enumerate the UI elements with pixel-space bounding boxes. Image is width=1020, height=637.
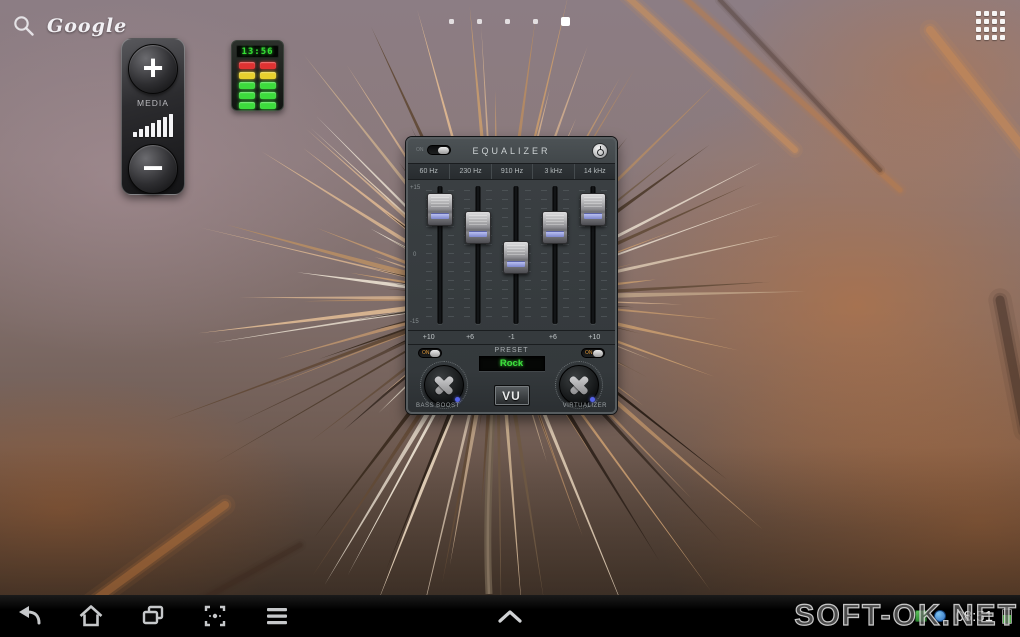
chevron-up-icon xyxy=(495,608,525,624)
equalizer-power-label: ON xyxy=(416,147,424,153)
band-value-910hz: -1 xyxy=(491,331,532,344)
eq-slider-handle[interactable] xyxy=(542,211,568,244)
navigation-bar: 08:51 SOFT-OK.NET xyxy=(0,595,1020,637)
search-icon xyxy=(12,14,36,38)
battery-icon xyxy=(1002,609,1012,624)
clock: 08:51 xyxy=(955,608,993,625)
equalizer-sliders: +15 0 -15 xyxy=(408,180,615,330)
media-volume-widget: + MEDIA − xyxy=(121,38,185,195)
band-value-3khz: +6 xyxy=(532,331,573,344)
equalizer-power-switch[interactable] xyxy=(427,145,451,155)
notification-icon-green xyxy=(915,610,927,622)
led-green xyxy=(260,82,276,89)
plus-icon: + xyxy=(142,50,163,86)
equalizer-values: +10 +6 -1 +6 +10 xyxy=(408,330,615,344)
screen-capture-icon xyxy=(201,602,229,630)
eq-slider-14khz xyxy=(574,180,612,330)
equalizer-title: EQUALIZER xyxy=(472,146,550,156)
eq-slider-handle[interactable] xyxy=(427,193,453,226)
led-red xyxy=(260,62,276,69)
eq-slider-3khz xyxy=(536,180,574,330)
eq-slider-handle[interactable] xyxy=(503,241,529,274)
volume-level-bars xyxy=(133,113,173,137)
recent-apps-icon xyxy=(139,602,167,630)
band-label-60hz: 60 Hz xyxy=(408,164,449,179)
page-dot[interactable] xyxy=(449,19,454,24)
band-label-230hz: 230 Hz xyxy=(449,164,490,179)
screen-capture-button[interactable] xyxy=(200,601,230,631)
home-icon xyxy=(77,602,105,630)
home-button[interactable] xyxy=(76,601,106,631)
band-value-14khz: +10 xyxy=(574,331,615,344)
led-green xyxy=(239,82,255,89)
led-green xyxy=(239,102,255,109)
preset-label: PRESET xyxy=(494,347,528,354)
back-button[interactable] xyxy=(14,601,44,631)
recent-apps-button[interactable] xyxy=(138,601,168,631)
page-dot[interactable] xyxy=(477,19,482,24)
eq-slider-handle[interactable] xyxy=(580,193,606,226)
band-value-60hz: +10 xyxy=(408,331,449,344)
vu-button[interactable]: VU xyxy=(494,385,530,406)
switch-knob xyxy=(430,350,441,357)
page-dot[interactable] xyxy=(505,19,510,24)
virtualizer-label: VIRTUALIZER xyxy=(563,403,607,409)
virtualizer-switch[interactable]: ON xyxy=(581,348,605,358)
page-indicator xyxy=(449,14,570,28)
bass-boost-switch[interactable]: ON xyxy=(418,348,442,358)
led-yellow xyxy=(239,72,255,79)
google-search-widget[interactable]: Google xyxy=(12,14,127,38)
notification-icon-blue xyxy=(934,610,946,622)
equalizer-widget: ON EQUALIZER 60 Hz 230 Hz 910 Hz 3 kHz 1… xyxy=(406,137,617,414)
status-tray[interactable]: 08:51 xyxy=(915,595,1016,637)
band-label-14khz: 14 kHz xyxy=(574,164,615,179)
menu-button[interactable] xyxy=(262,601,292,631)
led-yellow xyxy=(260,72,276,79)
apps-grid-button[interactable] xyxy=(976,11,1005,40)
bass-boost-knob[interactable] xyxy=(420,361,468,409)
virtualizer-knob[interactable] xyxy=(555,361,603,409)
equalizer-header: ON EQUALIZER xyxy=(408,139,615,163)
minus-icon: − xyxy=(142,150,163,186)
equalizer-band-labels: 60 Hz 230 Hz 910 Hz 3 kHz 14 kHz xyxy=(408,163,615,180)
led-green xyxy=(239,92,255,99)
page-dot[interactable] xyxy=(561,17,570,26)
volume-down-button[interactable]: − xyxy=(128,144,178,194)
band-value-230hz: +6 xyxy=(449,331,490,344)
audio-meter-widget[interactable]: 13:56 xyxy=(231,40,284,111)
switch-knob xyxy=(593,350,604,357)
menu-icon xyxy=(263,602,291,630)
back-icon xyxy=(15,602,43,630)
bass-boost-label: BASS BOOST xyxy=(416,403,460,409)
mini-apps-tray-button[interactable] xyxy=(495,595,525,637)
eq-slider-60hz xyxy=(421,180,459,330)
preset-display[interactable]: Rock xyxy=(479,356,545,371)
page-dot[interactable] xyxy=(533,19,538,24)
switch-knob xyxy=(438,147,449,154)
led-display: 13:56 xyxy=(236,45,279,58)
eq-slider-handle[interactable] xyxy=(465,211,491,244)
volume-up-button[interactable]: + xyxy=(128,44,178,94)
eq-slider-230hz xyxy=(459,180,497,330)
equalizer-effects-section: ON ON PRESET Rock VU BASS BOOST VIRTUALI… xyxy=(408,344,615,412)
eq-slider-910hz xyxy=(497,180,535,330)
led-green xyxy=(260,92,276,99)
led-grid xyxy=(232,62,283,109)
band-label-910hz: 910 Hz xyxy=(491,164,532,179)
media-label: MEDIA xyxy=(137,98,169,108)
band-label-3khz: 3 kHz xyxy=(532,164,573,179)
led-red xyxy=(239,62,255,69)
led-green xyxy=(260,102,276,109)
home-screen: Google + MEDIA − 13:56 ON EQUALIZER xyxy=(0,0,1020,637)
equalizer-settings-button[interactable] xyxy=(592,143,608,159)
google-logo: Google xyxy=(47,15,127,37)
power-icon xyxy=(593,144,607,158)
